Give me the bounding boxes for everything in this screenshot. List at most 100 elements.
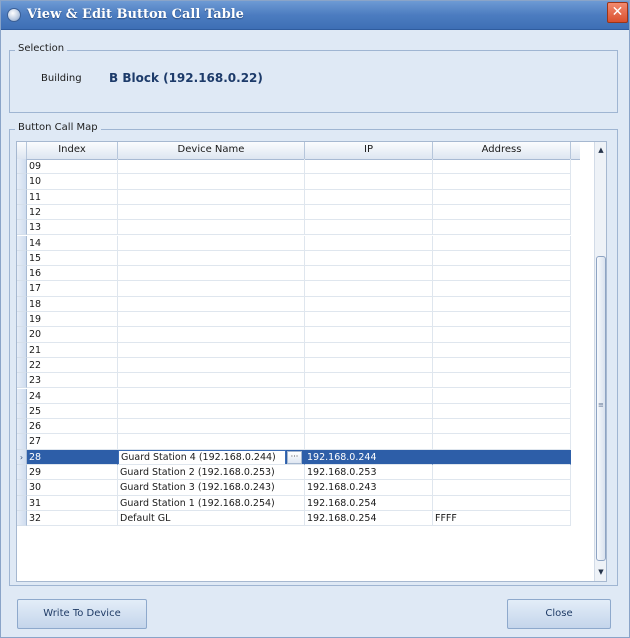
ip-cell[interactable]: [305, 220, 433, 236]
title-bar[interactable]: View & Edit Button Call Table ✕: [1, 1, 629, 30]
ip-cell[interactable]: 192.168.0.254: [305, 495, 433, 511]
row-selector[interactable]: [17, 312, 27, 328]
table-row[interactable]: 26: [17, 419, 580, 435]
ip-cell[interactable]: 192.168.0.244: [305, 449, 433, 465]
scroll-up-icon[interactable]: ▲: [595, 143, 606, 157]
address-cell[interactable]: [433, 357, 571, 374]
index-cell[interactable]: 25: [27, 403, 118, 420]
device-name-cell[interactable]: [118, 312, 305, 328]
table-row[interactable]: 17: [17, 281, 580, 297]
device-name-cell[interactable]: Guard Station 3 (192.168.0.243): [118, 480, 305, 496]
ip-cell[interactable]: [305, 373, 433, 389]
index-cell[interactable]: 14: [27, 235, 118, 251]
ip-cell[interactable]: [305, 388, 433, 404]
row-selector[interactable]: [17, 357, 27, 374]
device-name-cell[interactable]: [118, 266, 305, 282]
column-header-ip[interactable]: IP: [305, 142, 433, 159]
row-selector[interactable]: [17, 480, 27, 496]
table-row[interactable]: 09: [17, 159, 580, 175]
index-cell[interactable]: 09: [27, 159, 118, 175]
address-cell[interactable]: [433, 189, 571, 205]
device-name-cell[interactable]: [118, 281, 305, 297]
index-cell[interactable]: 10: [27, 174, 118, 190]
ip-cell[interactable]: [305, 327, 433, 343]
ip-cell[interactable]: [305, 342, 433, 358]
index-cell[interactable]: 20: [27, 327, 118, 343]
table-row[interactable]: 30 Guard Station 3 (192.168.0.243) 192.168…: [17, 480, 580, 496]
device-name-cell[interactable]: [118, 204, 305, 221]
address-cell[interactable]: [433, 235, 571, 251]
device-name-cell[interactable]: [118, 357, 305, 374]
address-cell[interactable]: [433, 388, 571, 404]
index-cell[interactable]: 30: [27, 480, 118, 496]
table-row[interactable]: 22: [17, 357, 580, 374]
table-row[interactable]: 20: [17, 327, 580, 343]
ip-cell[interactable]: [305, 174, 433, 190]
ip-cell[interactable]: [305, 266, 433, 282]
address-cell[interactable]: [433, 342, 571, 358]
ip-cell[interactable]: 192.168.0.243: [305, 480, 433, 496]
address-cell[interactable]: [433, 403, 571, 420]
address-cell[interactable]: [433, 312, 571, 328]
table-row[interactable]: 15: [17, 250, 580, 267]
row-selector[interactable]: [17, 495, 27, 511]
device-name-cell[interactable]: [118, 296, 305, 312]
device-name-editor[interactable]: Guard Station 4 (192.168.0.244): [118, 449, 286, 464]
ip-cell[interactable]: [305, 419, 433, 435]
ip-cell[interactable]: [305, 159, 433, 175]
table-row[interactable]: 10: [17, 174, 580, 190]
index-cell[interactable]: 17: [27, 281, 118, 297]
scroll-down-icon[interactable]: ▼: [595, 565, 606, 579]
device-name-cell[interactable]: [118, 403, 305, 420]
index-cell[interactable]: 15: [27, 250, 118, 267]
row-selector[interactable]: [17, 189, 27, 205]
row-selector[interactable]: [17, 250, 27, 267]
row-selector[interactable]: [17, 159, 27, 175]
address-cell[interactable]: [433, 159, 571, 175]
index-cell[interactable]: 12: [27, 204, 118, 221]
row-selector[interactable]: [17, 388, 27, 404]
row-selector[interactable]: [17, 465, 27, 481]
column-header-index[interactable]: Index: [27, 142, 118, 159]
button-call-grid[interactable]: Index Device Name IP Address 09 10 11 12 13 1…: [16, 141, 607, 582]
table-row[interactable]: 23: [17, 373, 580, 389]
row-selector[interactable]: [17, 419, 27, 435]
ip-cell[interactable]: [305, 312, 433, 328]
device-name-cell[interactable]: [118, 327, 305, 343]
device-name-cell[interactable]: [118, 419, 305, 435]
table-row[interactable]: 31 Guard Station 1 (192.168.0.254) 192.168…: [17, 495, 580, 511]
index-cell[interactable]: 23: [27, 373, 118, 389]
address-cell[interactable]: [433, 373, 571, 389]
device-name-cell[interactable]: [118, 220, 305, 236]
index-cell[interactable]: 13: [27, 220, 118, 236]
row-selector[interactable]: [17, 235, 27, 251]
index-cell[interactable]: 21: [27, 342, 118, 358]
table-row[interactable]: 16: [17, 266, 580, 282]
index-cell[interactable]: 11: [27, 189, 118, 205]
address-cell[interactable]: [433, 250, 571, 267]
address-cell[interactable]: [433, 281, 571, 297]
device-name-cell[interactable]: [118, 235, 305, 251]
ip-cell[interactable]: 192.168.0.254: [305, 510, 433, 527]
table-row[interactable]: 21: [17, 342, 580, 358]
table-row[interactable]: › 28 Guard Station 4 (192.168.0.244) ··· 192…: [17, 449, 580, 465]
device-name-cell[interactable]: Guard Station 1 (192.168.0.254): [118, 495, 305, 511]
index-cell[interactable]: 16: [27, 266, 118, 282]
device-name-cell[interactable]: [118, 434, 305, 450]
address-cell[interactable]: [433, 449, 571, 465]
row-selector[interactable]: [17, 510, 27, 527]
row-selector[interactable]: [17, 266, 27, 282]
column-header-device-name[interactable]: Device Name: [118, 142, 305, 159]
row-selector[interactable]: [17, 403, 27, 420]
index-cell[interactable]: 27: [27, 434, 118, 450]
table-row[interactable]: 18: [17, 296, 580, 312]
row-selector[interactable]: [17, 204, 27, 221]
table-row[interactable]: 24: [17, 388, 580, 404]
device-name-cell[interactable]: Default GL: [118, 510, 305, 527]
table-row[interactable]: 12: [17, 204, 580, 221]
address-cell[interactable]: [433, 419, 571, 435]
window-close-button[interactable]: ✕: [607, 2, 628, 23]
ip-cell[interactable]: [305, 189, 433, 205]
table-row[interactable]: 32 Default GL 192.168.0.254 FFFF: [17, 510, 580, 527]
index-cell[interactable]: 22: [27, 357, 118, 374]
